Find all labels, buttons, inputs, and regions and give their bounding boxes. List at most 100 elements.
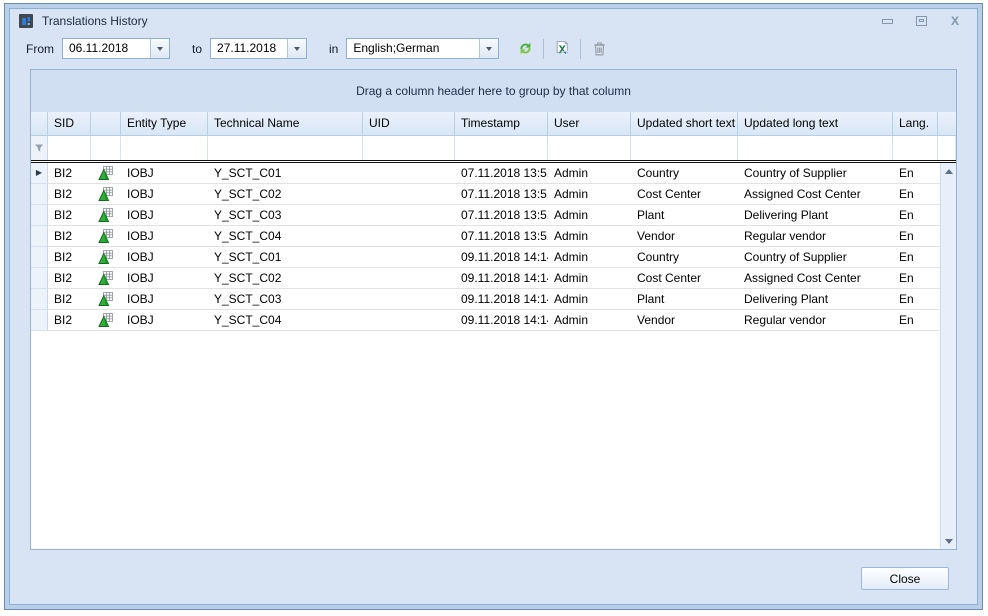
table-row[interactable]: BI2IOBJY_SCT_C0209.11.2018 14:14AdminCos… (31, 268, 956, 289)
to-date-dropdown-button[interactable] (287, 39, 306, 58)
filter-cell[interactable] (455, 136, 548, 160)
cell-timestamp: 07.11.2018 13:51 (455, 205, 548, 226)
cell-lang: En (893, 268, 938, 289)
cell-entity-type: IOBJ (121, 310, 208, 331)
cell-uid (363, 205, 455, 226)
cell-entity-type: IOBJ (121, 247, 208, 268)
row-indicator (31, 247, 48, 268)
filter-cell[interactable] (121, 136, 208, 160)
row-indicator (31, 289, 48, 310)
table-row[interactable]: BI2IOBJY_SCT_C0207.11.2018 13:51AdminCos… (31, 184, 956, 205)
cell-updated-short-text: Vendor (631, 310, 738, 331)
column-header-lang-[interactable]: Lang. (893, 112, 938, 135)
row-indicator (31, 184, 48, 205)
table-row[interactable]: BI2IOBJY_SCT_C0307.11.2018 13:51AdminPla… (31, 205, 956, 226)
cell-updated-short-text: Plant (631, 205, 738, 226)
cell-uid (363, 184, 455, 205)
cell-updated-short-text: Cost Center (631, 268, 738, 289)
group-by-panel[interactable]: Drag a column header here to group by th… (31, 70, 956, 112)
row-indicator-header: SID (48, 112, 91, 135)
cell-entity-icon (91, 184, 121, 205)
column-header-uid[interactable]: UID (363, 112, 455, 135)
filter-cell[interactable] (548, 136, 631, 160)
filter-cell[interactable] (91, 136, 121, 160)
row-indicator (31, 310, 48, 331)
from-date-dropdown-button[interactable] (150, 39, 169, 58)
filter-cell[interactable] (738, 136, 893, 160)
cell-lang: En (893, 184, 938, 205)
toolbar-separator (580, 39, 581, 59)
minimize-icon[interactable] (879, 14, 895, 28)
cell-technical-name: Y_SCT_C01 (208, 163, 363, 184)
maximize-icon[interactable] (913, 14, 929, 28)
infoobject-icon (98, 207, 114, 223)
grid-data-region: ▶BI2IOBJY_SCT_C0107.11.2018 13:51AdminCo… (31, 163, 956, 549)
cell-sid: BI2 (48, 289, 91, 310)
table-row[interactable]: BI2IOBJY_SCT_C0109.11.2018 14:14AdminCou… (31, 247, 956, 268)
column-header-updated-short-text[interactable]: Updated short text (631, 112, 738, 135)
filter-cell[interactable] (938, 136, 956, 160)
filter-cell[interactable] (893, 136, 938, 160)
cell-sid: BI2 (48, 163, 91, 184)
cell-entity-type: IOBJ (121, 226, 208, 247)
table-row[interactable]: BI2IOBJY_SCT_C0407.11.2018 13:51AdminVen… (31, 226, 956, 247)
cell-lang: En (893, 205, 938, 226)
column-header-user[interactable]: User (548, 112, 631, 135)
cell-entity-icon (91, 205, 121, 226)
refresh-button[interactable] (511, 37, 539, 61)
close-button[interactable]: Close (861, 567, 949, 590)
table-row[interactable]: BI2IOBJY_SCT_C0409.11.2018 14:14AdminVen… (31, 310, 956, 331)
cell-user: Admin (548, 184, 631, 205)
column-header-technical-name[interactable]: Technical Name (208, 112, 363, 135)
cell-timestamp: 07.11.2018 13:51 (455, 226, 548, 247)
from-date-picker[interactable]: 06.11.2018 (62, 38, 170, 59)
filter-cell[interactable] (208, 136, 363, 160)
cell-user: Admin (548, 226, 631, 247)
cell-lang: En (893, 226, 938, 247)
current-row-arrow-icon: ▶ (36, 169, 42, 177)
language-dropdown-button[interactable] (479, 39, 498, 58)
filter-cell[interactable] (363, 136, 455, 160)
export-excel-button[interactable] (548, 37, 576, 61)
content-area: Drag a column header here to group by th… (10, 64, 977, 553)
delete-icon (591, 40, 608, 57)
translations-history-window: Translations History X From 06.11.2018 t… (4, 3, 983, 610)
close-icon[interactable]: X (947, 14, 963, 28)
cell-timestamp: 09.11.2018 14:14 (455, 310, 548, 331)
delete-button[interactable] (585, 37, 613, 61)
cell-entity-icon (91, 226, 121, 247)
row-indicator-header (31, 112, 48, 135)
vertical-scrollbar[interactable] (940, 163, 956, 549)
cell-sid: BI2 (48, 310, 91, 331)
infoobject-icon (98, 270, 114, 286)
filter-toolbar: From 06.11.2018 to 27.11.2018 in English… (10, 33, 977, 64)
table-row[interactable]: BI2IOBJY_SCT_C0309.11.2018 14:14AdminPla… (31, 289, 956, 310)
infoobject-icon (98, 228, 114, 244)
cell-entity-type: IOBJ (121, 289, 208, 310)
cell-timestamp: 07.11.2018 13:51 (455, 163, 548, 184)
table-row[interactable]: ▶BI2IOBJY_SCT_C0107.11.2018 13:51AdminCo… (31, 163, 956, 184)
column-header-entity-icon[interactable] (91, 112, 121, 135)
scroll-down-icon[interactable] (941, 533, 957, 549)
cell-sid: BI2 (48, 268, 91, 289)
cell-entity-icon (91, 310, 121, 331)
cell-uid (363, 268, 455, 289)
column-header-entity-type[interactable]: Entity Type (121, 112, 208, 135)
to-date-picker[interactable]: 27.11.2018 (210, 38, 307, 59)
scroll-up-icon[interactable] (941, 163, 957, 179)
filter-cell[interactable] (631, 136, 738, 160)
cell-entity-type: IOBJ (121, 184, 208, 205)
cell-updated-long-text: Country of Supplier (738, 247, 893, 268)
cell-uid (363, 226, 455, 247)
language-value: English;German (347, 39, 479, 58)
cell-technical-name: Y_SCT_C02 (208, 268, 363, 289)
infoobject-icon (98, 249, 114, 265)
filter-cell[interactable] (48, 136, 91, 160)
cell-uid (363, 247, 455, 268)
column-header-updated-long-text[interactable]: Updated long text (738, 112, 893, 135)
cell-user: Admin (548, 205, 631, 226)
language-select[interactable]: English;German (346, 38, 499, 59)
cell-updated-long-text: Delivering Plant (738, 205, 893, 226)
column-header-timestamp[interactable]: Timestamp (455, 112, 548, 135)
cell-entity-icon (91, 247, 121, 268)
